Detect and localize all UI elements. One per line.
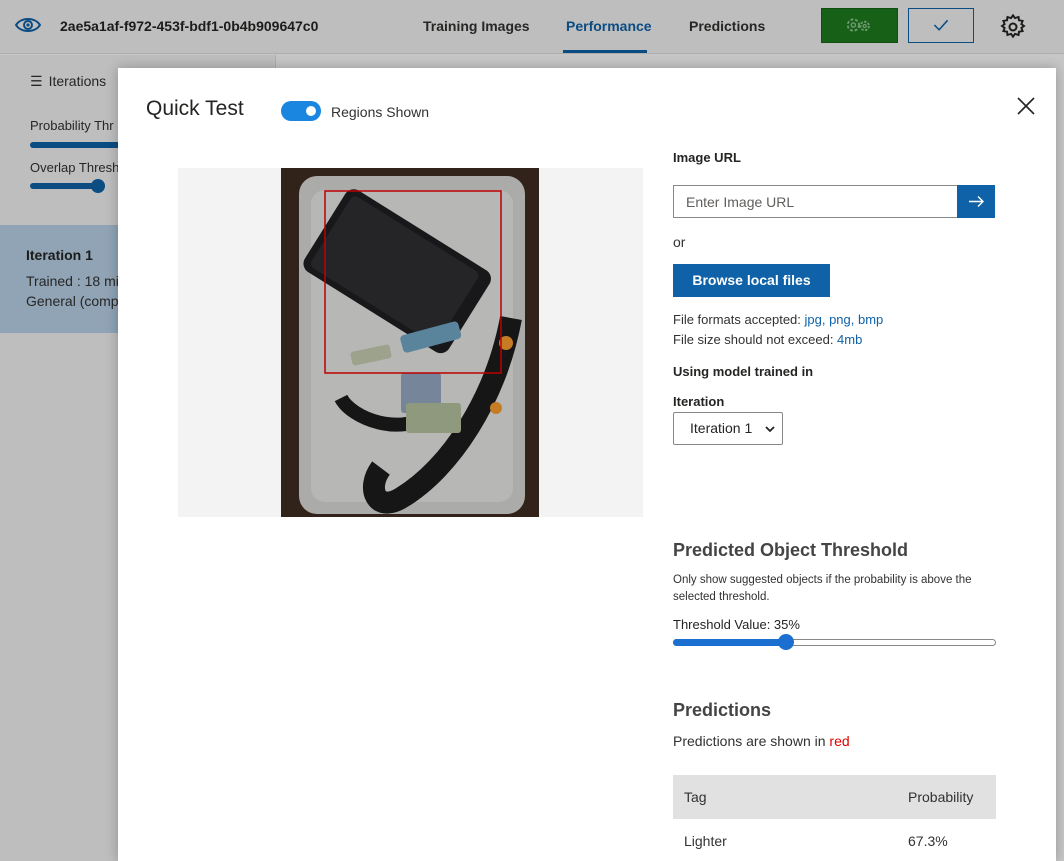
- predictions-note-color: red: [829, 733, 850, 749]
- predictions-title: Predictions: [673, 700, 772, 720]
- threshold-description: Only show suggested objects if the proba…: [673, 574, 972, 603]
- prediction-tag: Lighter: [684, 833, 727, 849]
- arrow-right-icon: [969, 196, 984, 207]
- threshold-title: Predicted Object Threshold: [673, 540, 909, 560]
- probability-column-header: Probability: [908, 789, 974, 805]
- quick-test-modal: Quick Test Regions Shown Image URL Enter…: [118, 68, 1056, 861]
- predictions-table: Tag Probability Lighter 67.3%: [673, 775, 996, 861]
- iteration-select[interactable]: Iteration 1: [673, 412, 783, 445]
- file-size-value: 4mb: [837, 332, 863, 347]
- file-formats-text: File formats accepted: jpg, png, bmp: [673, 312, 883, 327]
- file-formats-prefix: File formats accepted:: [673, 312, 805, 327]
- file-formats-value: jpg, png, bmp: [804, 312, 884, 327]
- tag-column-header: Tag: [684, 789, 707, 805]
- image-url-input[interactable]: [673, 185, 958, 218]
- iteration-label: Iteration: [673, 394, 725, 409]
- or-text: or: [673, 234, 686, 250]
- submit-url-button[interactable]: [957, 185, 995, 218]
- iteration-select-value: Iteration 1: [690, 420, 753, 436]
- file-size-prefix: File size should not exceed:: [673, 332, 838, 347]
- image-preview: [178, 168, 643, 517]
- slider-fill: [673, 639, 786, 646]
- model-trained-label: Using model trained in: [673, 364, 814, 379]
- modal-title: Quick Test: [146, 97, 244, 120]
- toggle-knob: [306, 106, 316, 116]
- predictions-note-prefix: Predictions are shown in: [673, 733, 830, 749]
- prediction-probability: 67.3%: [908, 833, 948, 849]
- threshold-value-label: Threshold Value: 35%: [673, 617, 800, 632]
- image-url-label: Image URL: [673, 150, 741, 165]
- regions-shown-toggle[interactable]: [281, 101, 321, 121]
- slider-thumb[interactable]: [778, 634, 794, 650]
- close-icon[interactable]: [1016, 96, 1036, 116]
- table-header: Tag Probability: [673, 775, 996, 819]
- chevron-down-icon: [765, 426, 775, 433]
- browse-local-files-button[interactable]: Browse local files: [673, 264, 830, 297]
- predictions-note: Predictions are shown in red: [673, 733, 850, 749]
- regions-shown-label: Regions Shown: [331, 104, 430, 120]
- test-image: [281, 168, 539, 517]
- file-size-text: File size should not exceed: 4mb: [673, 332, 862, 347]
- table-row[interactable]: Lighter 67.3%: [673, 819, 996, 861]
- threshold-slider[interactable]: [673, 634, 996, 650]
